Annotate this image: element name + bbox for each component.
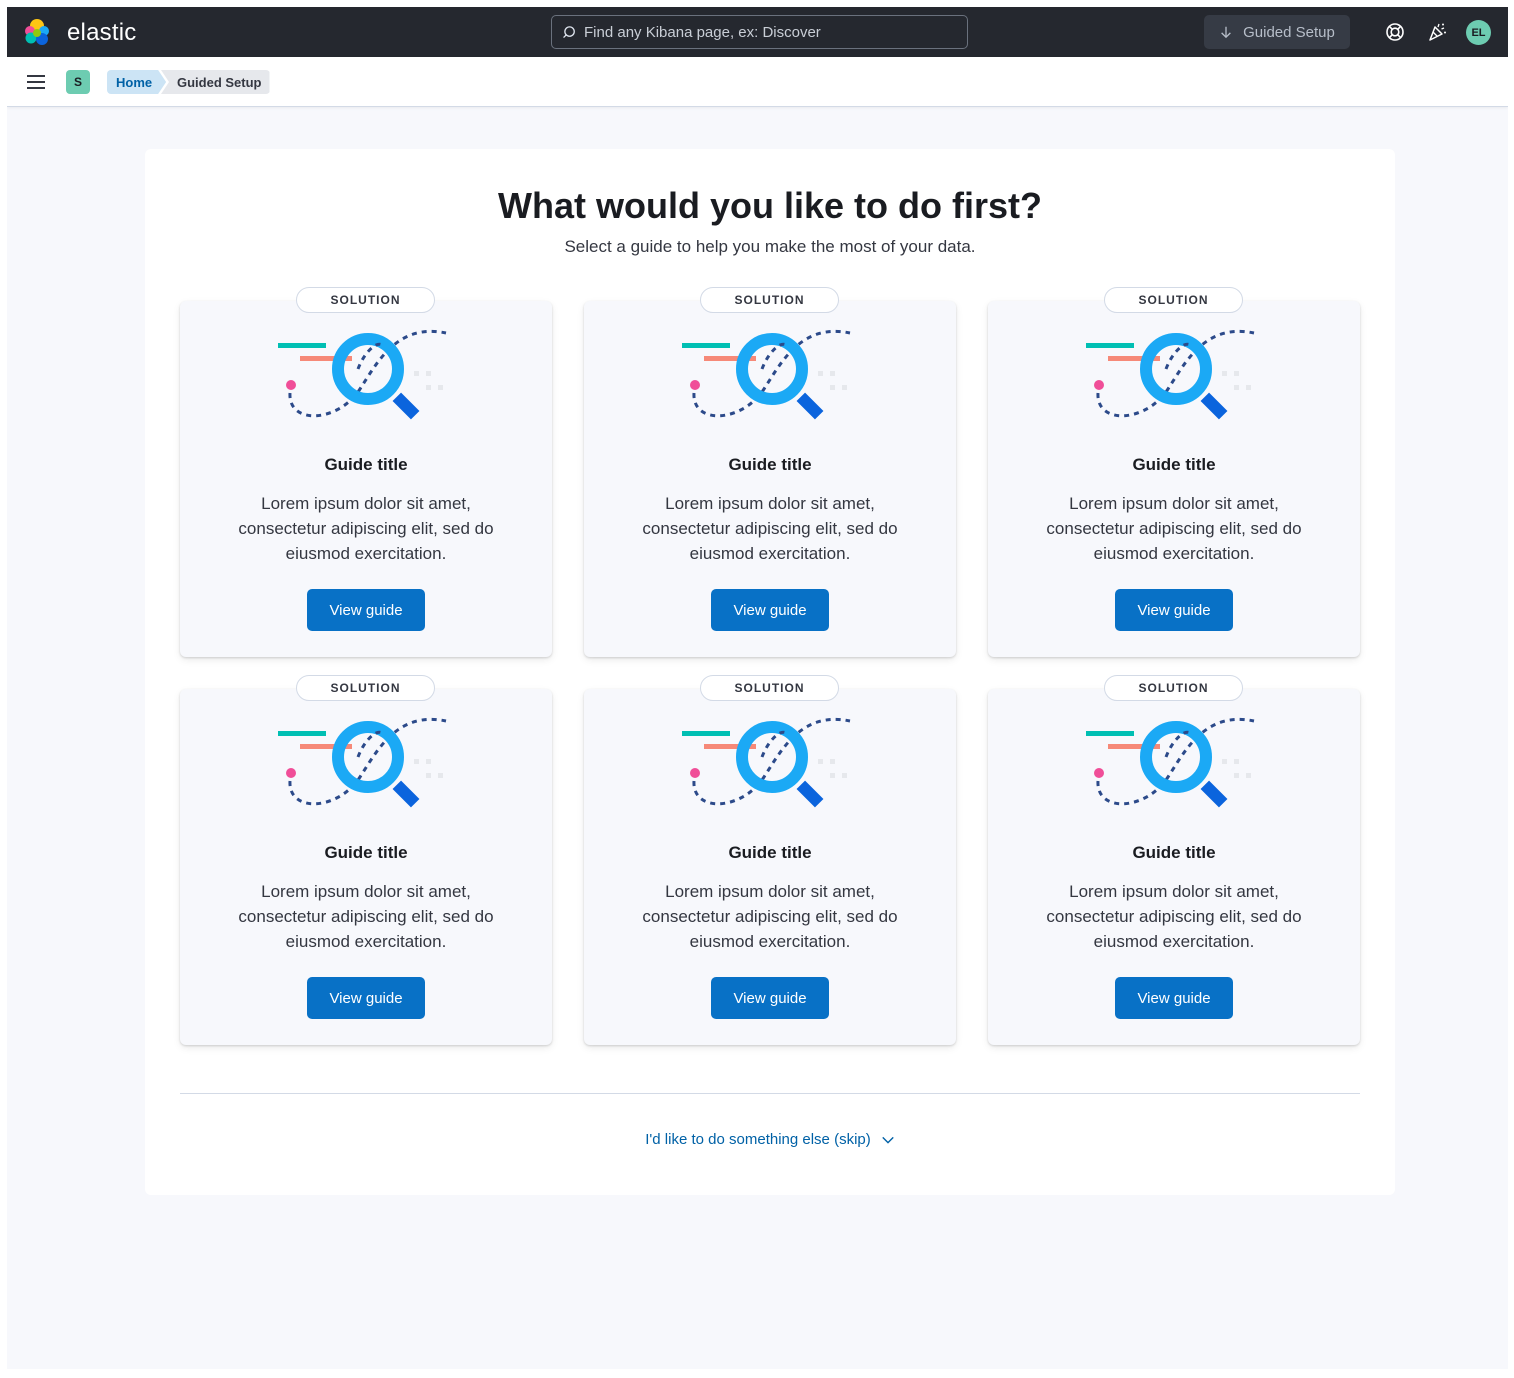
solution-badge: SOLUTION bbox=[700, 287, 839, 313]
guide-card-6: SOLUTION Guide title Lorem ipsum dolor s… bbox=[988, 675, 1360, 1045]
brand-name: elastic bbox=[67, 19, 137, 46]
guide-description: Lorem ipsum dolor sit amet, consectetur … bbox=[1046, 494, 1302, 563]
guide-title: Guide title bbox=[324, 455, 408, 474]
newsfeed-button[interactable] bbox=[1425, 20, 1449, 44]
guide-description: Lorem ipsum dolor sit amet, consectetur … bbox=[1046, 882, 1302, 951]
guide-description: Lorem ipsum dolor sit amet, consectetur … bbox=[238, 882, 494, 951]
divider bbox=[180, 1093, 1360, 1094]
view-guide-button[interactable]: View guide bbox=[711, 977, 829, 1019]
skip-link[interactable]: I'd like to do something else (skip) bbox=[145, 1131, 1395, 1148]
chevron-down-icon bbox=[881, 1136, 894, 1144]
view-guide-button[interactable]: View guide bbox=[1115, 589, 1233, 631]
view-guide-button[interactable]: View guide bbox=[711, 589, 829, 631]
solution-badge: SOLUTION bbox=[1104, 287, 1243, 313]
guide-description: Lorem ipsum dolor sit amet, consectetur … bbox=[642, 494, 898, 563]
guide-description: Lorem ipsum dolor sit amet, consectetur … bbox=[642, 882, 898, 951]
solution-badge: SOLUTION bbox=[700, 675, 839, 701]
newsfeed-cheer-icon bbox=[1429, 23, 1446, 41]
hamburger-menu-icon[interactable] bbox=[25, 72, 47, 92]
guide-description: Lorem ipsum dolor sit amet, consectetur … bbox=[238, 494, 494, 563]
magnifier-illustration-icon bbox=[278, 717, 447, 808]
elastic-logo-icon[interactable] bbox=[21, 17, 53, 49]
search-icon bbox=[563, 26, 575, 38]
guide-card-1: SOLUTION Guide title Lorem ipsum dolor s… bbox=[180, 287, 552, 657]
breadcrumb-home[interactable]: Home bbox=[107, 70, 166, 94]
magnifier-illustration-icon bbox=[278, 329, 447, 420]
view-guide-button[interactable]: View guide bbox=[307, 977, 425, 1019]
guide-title: Guide title bbox=[1132, 843, 1216, 862]
guide-title: Guide title bbox=[324, 843, 408, 862]
guide-card-5: SOLUTION Guide title Lorem ipsum dolor s… bbox=[584, 675, 956, 1045]
magnifier-illustration-icon bbox=[1086, 329, 1255, 420]
search-input[interactable] bbox=[584, 16, 959, 48]
solution-badge: SOLUTION bbox=[296, 287, 435, 313]
breadcrumb-bar: S Home Guided Setup bbox=[7, 57, 1508, 107]
space-selector[interactable]: S bbox=[66, 70, 90, 94]
app-frame: elastic Guided Setup bbox=[7, 7, 1508, 1369]
guided-setup-button[interactable]: Guided Setup bbox=[1204, 15, 1350, 49]
guide-title: Guide title bbox=[1132, 455, 1216, 474]
view-guide-button[interactable]: View guide bbox=[1115, 977, 1233, 1019]
global-search[interactable] bbox=[551, 15, 968, 49]
arrow-down-icon bbox=[1221, 26, 1231, 39]
magnifier-illustration-icon bbox=[682, 717, 851, 808]
help-lifebuoy-icon bbox=[1386, 23, 1404, 41]
help-button[interactable] bbox=[1383, 20, 1407, 44]
guide-card-3: SOLUTION Guide title Lorem ipsum dolor s… bbox=[988, 287, 1360, 657]
skip-label: I'd like to do something else (skip) bbox=[645, 1131, 871, 1148]
page-title: What would you like to do first? bbox=[498, 185, 1042, 226]
view-guide-button[interactable]: View guide bbox=[307, 589, 425, 631]
guide-title: Guide title bbox=[728, 843, 812, 862]
user-avatar[interactable]: EL bbox=[1466, 20, 1491, 45]
solution-badge: SOLUTION bbox=[1104, 675, 1243, 701]
guide-card-4: SOLUTION Guide title Lorem ipsum dolor s… bbox=[180, 675, 552, 1045]
page-subtitle: Select a guide to help you make the most… bbox=[564, 237, 976, 256]
breadcrumb-current: Guided Setup bbox=[161, 70, 270, 94]
guided-setup-label: Guided Setup bbox=[1243, 23, 1335, 41]
solution-badge: SOLUTION bbox=[296, 675, 435, 701]
top-header: elastic Guided Setup bbox=[7, 7, 1508, 57]
magnifier-illustration-icon bbox=[682, 329, 851, 420]
guides-panel: What would you like to do first? Select … bbox=[145, 149, 1395, 1195]
guide-card-2: SOLUTION Guide title Lorem ipsum dolor s… bbox=[584, 287, 956, 657]
magnifier-illustration-icon bbox=[1086, 717, 1255, 808]
guide-title: Guide title bbox=[728, 455, 812, 474]
